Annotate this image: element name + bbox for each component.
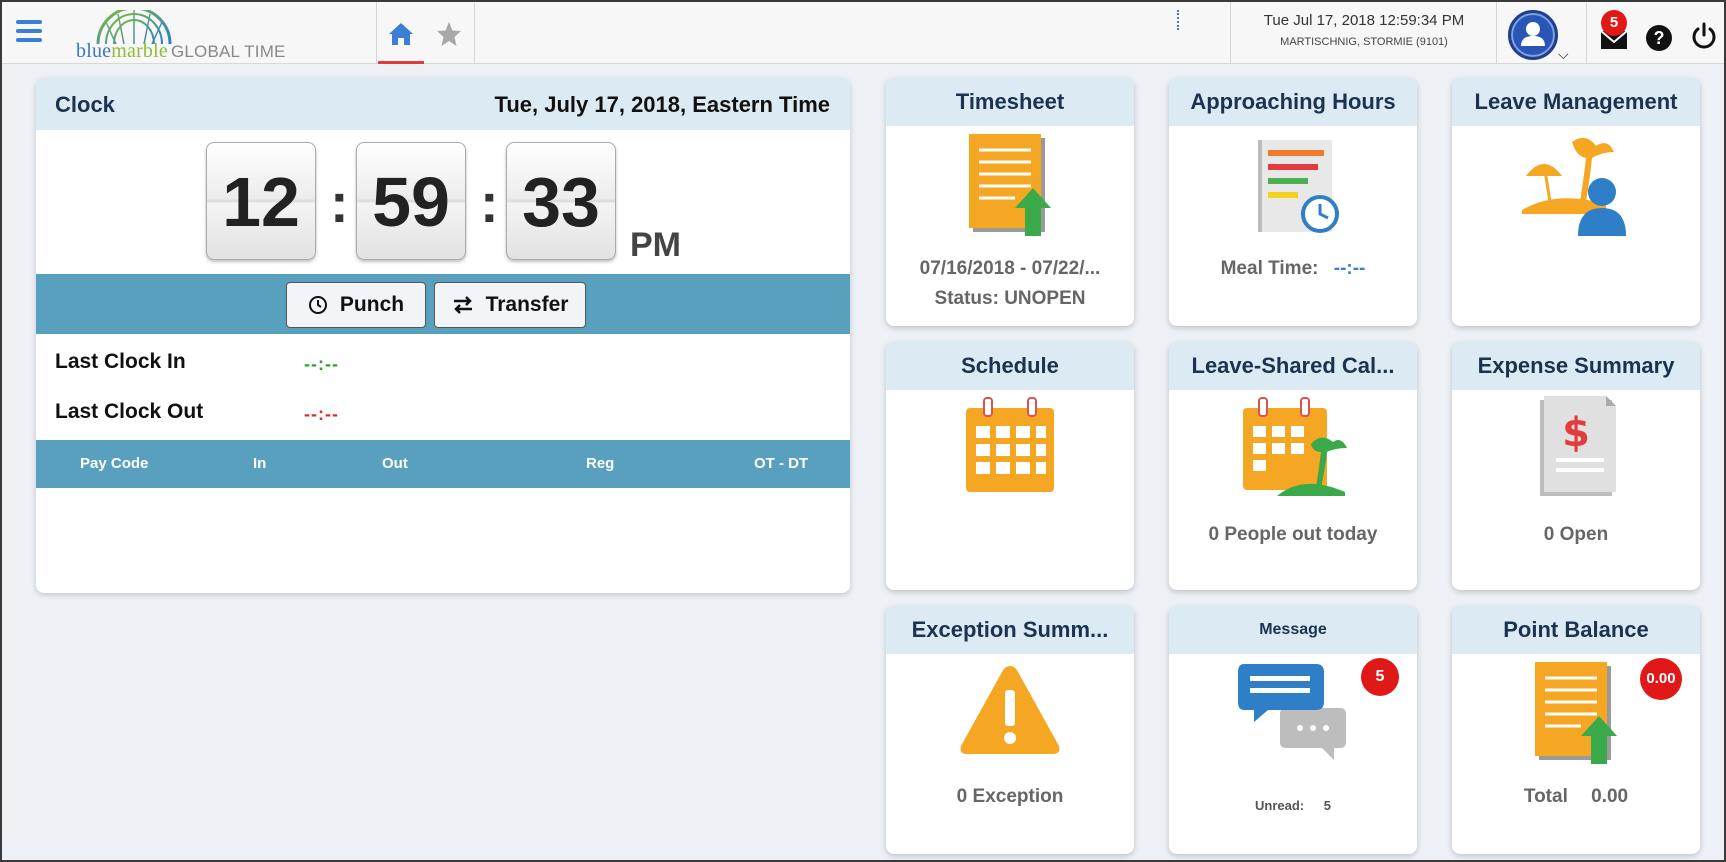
timesheet-status: Status: UNOPEN (934, 288, 1086, 309)
unread-label: Unread: (1255, 798, 1305, 813)
column-header: Pay Code (80, 455, 149, 472)
divider (1496, 2, 1497, 64)
tile-exception-summary[interactable]: Exception Summ... 0 Exception (886, 606, 1134, 854)
divider (474, 2, 475, 64)
tile-title: Message (1169, 606, 1417, 654)
clock-date: Tue, July 17, 2018, Eastern Time (494, 92, 830, 117)
punch-bar: Punch Transfer (36, 274, 850, 334)
transfer-button[interactable]: Transfer (434, 282, 586, 328)
current-datetime: Tue Jul 17, 2018 12:59:34 PM MARTISCHNIG… (1234, 12, 1494, 48)
last-clock-in-value: --:-- (304, 354, 339, 374)
clock-icon (308, 296, 327, 314)
punch-table-header: Pay Code In Out Reg OT - DT (36, 440, 850, 488)
svg-text:$: $ (1562, 410, 1590, 456)
tile-approaching-hours[interactable]: Approaching Hours Meal Time: --:-- (1169, 78, 1417, 326)
last-clock-in-label: Last Clock In (55, 350, 186, 373)
total-value: 0.00 (1591, 786, 1629, 807)
home-icon (389, 23, 413, 45)
message-count-badge: 5 (1361, 658, 1399, 696)
clock-hours: 12 (206, 142, 316, 260)
clock-separator: : (480, 171, 499, 234)
last-clock-out-label: Last Clock Out (55, 400, 204, 423)
timesheet-icon (969, 134, 1051, 236)
logo-text-global-time: GLOBAL TIME (170, 42, 286, 61)
clock-header: Clock Tue, July 17, 2018, Eastern Time (36, 78, 850, 130)
tile-title: Timesheet (886, 78, 1134, 126)
chevron-down-icon[interactable]: ⌵ (1558, 46, 1569, 63)
timesheet-period: 07/16/2018 - 07/22/... (919, 258, 1101, 279)
divider (1586, 2, 1587, 64)
point-balance-icon (1535, 662, 1617, 764)
clock-card: Clock Tue, July 17, 2018, Eastern Time 1… (36, 78, 850, 593)
tile-title: Exception Summ... (886, 606, 1134, 654)
warning-icon (960, 666, 1060, 754)
tile-leave-shared-calendar[interactable]: Leave-Shared Cal... 0 People out today (1169, 342, 1417, 590)
tile-title: Leave-Shared Cal... (1169, 342, 1417, 390)
clock-seconds: 33 (506, 142, 616, 260)
user-name: MARTISCHNIG, STORMIE (9101) (1280, 36, 1448, 48)
expense-open-count: 0 Open (1543, 524, 1609, 545)
menu-icon[interactable] (16, 20, 42, 44)
star-icon (437, 22, 461, 46)
divider (376, 2, 377, 64)
clock-title: Clock (55, 92, 115, 117)
clock-ampm: PM (630, 226, 681, 264)
avatar[interactable] (1508, 10, 1558, 60)
datetime-text: Tue Jul 17, 2018 12:59:34 PM (1263, 12, 1465, 29)
logo-text-blue: blue (76, 40, 112, 62)
top-bar: bluemarble GLOBAL TIME Tue Jul 17, 2018 1… (2, 2, 1724, 64)
column-header: Out (382, 455, 408, 472)
unread-count: Unread: 5 (1169, 798, 1417, 813)
punch-button[interactable]: Punch (286, 282, 426, 328)
transfer-label: Transfer (485, 293, 569, 316)
expense-icon: $ (1540, 396, 1616, 496)
mail-count-badge: 5 (1601, 10, 1627, 36)
point-balance-badge: 0.00 (1640, 658, 1682, 700)
logo-text-marble: marble (111, 40, 168, 62)
meal-time-label: Meal Time: (1220, 258, 1319, 279)
column-header: In (253, 455, 267, 472)
tile-point-balance[interactable]: Point Balance 0.00 Total 0.00 (1452, 606, 1700, 854)
tab-home[interactable] (378, 2, 424, 64)
power-icon[interactable] (1690, 22, 1718, 50)
tile-title: Expense Summary (1452, 342, 1700, 390)
tile-title: Point Balance (1452, 606, 1700, 654)
meal-time: Meal Time: --:-- (1169, 258, 1417, 280)
divider (1230, 2, 1231, 64)
shared-calendar-icon (1243, 397, 1347, 496)
user-avatar-icon (1521, 22, 1545, 46)
people-out-today: 0 People out today (1208, 524, 1378, 545)
approaching-hours-icon (1258, 140, 1339, 233)
logo: bluemarble GLOBAL TIME (76, 10, 306, 62)
tile-leave-management[interactable]: Leave Management (1452, 78, 1700, 326)
tile-schedule[interactable]: Schedule (886, 342, 1134, 590)
tab-favorites[interactable] (426, 2, 472, 64)
calendar-icon (966, 397, 1054, 492)
tile-timesheet[interactable]: Timesheet 07/16/2018 - 07/22/... Status:… (886, 78, 1134, 326)
exception-count: 0 Exception (956, 786, 1064, 807)
last-clock-out-value: --:-- (304, 404, 339, 424)
clock-minutes: 59 (356, 142, 466, 260)
transfer-icon (453, 296, 472, 314)
punch-label: Punch (339, 293, 405, 316)
tile-title: Leave Management (1452, 78, 1700, 126)
tile-title: Approaching Hours (1169, 78, 1417, 126)
globe-logo-icon (96, 10, 172, 44)
unread-value: 5 (1323, 798, 1331, 813)
help-icon[interactable]: ? (1646, 25, 1672, 51)
tile-expense-summary[interactable]: Expense Summary $ 0 Open (1452, 342, 1700, 590)
clock-separator: : (330, 171, 349, 234)
tile-message[interactable]: Message 5 Unread: 5 (1169, 606, 1417, 854)
column-header: Reg (586, 455, 615, 472)
column-header: OT - DT (754, 455, 809, 472)
total-label: Total (1523, 786, 1568, 807)
point-balance-total: Total 0.00 (1452, 786, 1700, 808)
meal-time-value: --:-- (1333, 258, 1366, 279)
separator-dots (1177, 10, 1179, 30)
message-icon (1238, 664, 1346, 760)
tile-title: Schedule (886, 342, 1134, 390)
leave-management-icon (1522, 137, 1626, 236)
